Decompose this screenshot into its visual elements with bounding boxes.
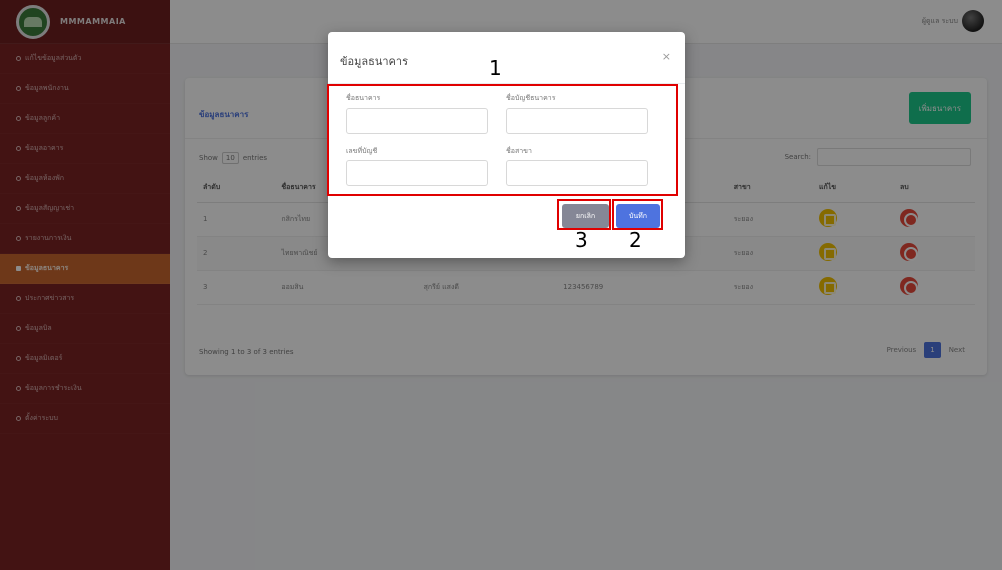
annotation-number-3: 3: [575, 228, 588, 252]
annotation-box-form: [327, 84, 678, 196]
close-icon[interactable]: ×: [662, 50, 671, 63]
annotation-number-2: 2: [629, 228, 642, 252]
modal-header: ข้อมูลธนาคาร ×: [328, 32, 685, 84]
annotation-box-save: [612, 199, 663, 230]
annotation-box-cancel: [557, 199, 611, 230]
annotation-number-1: 1: [489, 56, 502, 80]
modal-title: ข้อมูลธนาคาร: [340, 55, 408, 68]
